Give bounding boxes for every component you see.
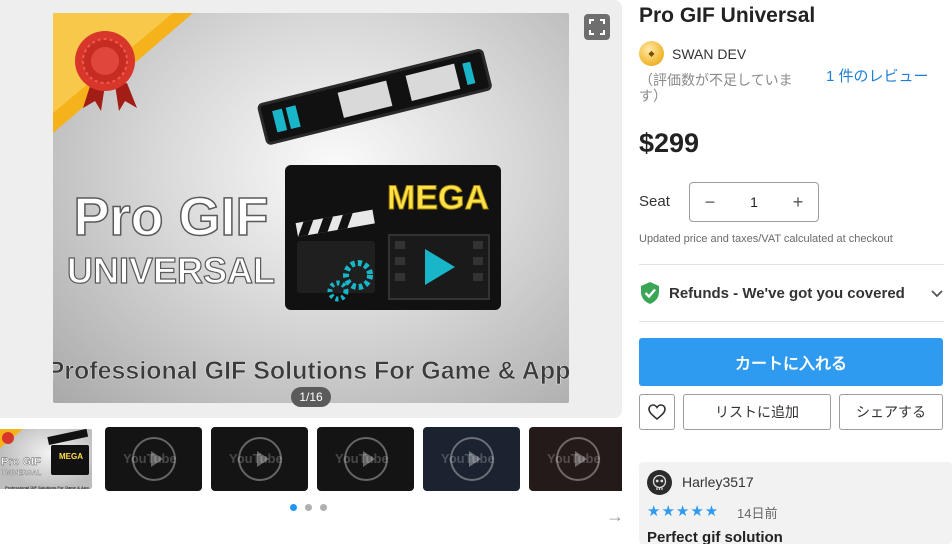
hero-artwork: MEGA Pro GIF UNIVERSAL Professional GIF … [53, 13, 569, 385]
heart-icon [648, 404, 666, 420]
tax-note: Updated price and taxes/VAT calculated a… [639, 233, 893, 245]
increment-button[interactable]: + [778, 192, 818, 213]
thumbnail-video-3[interactable]: YouTube [211, 427, 308, 491]
mega-badge-text: MEGA [387, 179, 489, 217]
star-rating: ★★★★★ [647, 503, 720, 520]
play-icon [449, 437, 494, 481]
hero-title-line2: UNIVERSAL [67, 250, 275, 291]
seat-label: Seat [639, 193, 670, 210]
favorite-button[interactable] [639, 394, 675, 430]
hero-tagline: Professional GIF Solutions For Game & Ap… [53, 357, 569, 385]
chevron-down-icon [931, 290, 943, 298]
decrement-button[interactable]: − [690, 192, 730, 213]
product-title: Pro GIF Universal [639, 4, 816, 27]
skull-icon [652, 474, 667, 490]
play-icon [555, 437, 600, 481]
add-to-list-button[interactable]: リストに追加 [683, 394, 831, 430]
image-counter: 1/16 [291, 387, 331, 407]
carousel-dot-1[interactable] [290, 504, 297, 511]
refund-text: Refunds - We've got you covered [669, 284, 905, 302]
review-count-link[interactable]: 1 件のレビュー [826, 68, 948, 86]
thumbnail-title-2: UNIVERSAL [1, 470, 42, 477]
play-icon [237, 437, 282, 481]
thumbnail-video-4[interactable]: YouTube [317, 427, 414, 491]
divider [639, 321, 944, 322]
thumbnail-tagline: Professional GIF Solutions For Game & Ap… [5, 485, 89, 490]
thumbnail-1[interactable]: Pro GIF UNIVERSAL MEGA Professional GIF … [0, 427, 94, 491]
carousel-dot-2[interactable] [305, 504, 312, 511]
rating-note: （評価数が不足しています） [639, 72, 793, 104]
play-icon [343, 437, 388, 481]
expand-icon [589, 19, 605, 35]
review-title: Perfect gif solution [647, 529, 783, 544]
publisher-link[interactable]: ◆ SWAN DEV [639, 41, 746, 66]
carousel-dots [290, 504, 327, 511]
reviewer-name[interactable]: Harley3517 [682, 474, 754, 490]
publisher-name: SWAN DEV [672, 45, 747, 62]
shield-check-icon [641, 282, 659, 304]
seat-quantity-value[interactable]: 1 [730, 194, 778, 210]
thumbnail-video-2[interactable]: YouTube [105, 427, 202, 491]
avatar [647, 470, 672, 495]
thumbnail-artwork: Pro GIF UNIVERSAL MEGA Professional GIF … [0, 429, 89, 490]
product-page: MEGA Pro GIF UNIVERSAL Professional GIF … [0, 0, 952, 544]
add-to-cart-button[interactable]: カートに入れる [639, 338, 943, 386]
refund-policy-toggle[interactable]: Refunds - We've got you covered [639, 280, 944, 306]
hero-image[interactable]: MEGA Pro GIF UNIVERSAL Professional GIF … [53, 13, 569, 403]
hero-title-line1: Pro GIF [73, 187, 268, 247]
thumbnail-title-1: Pro GIF [1, 456, 41, 468]
arrow-right-icon[interactable]: → [606, 506, 624, 527]
expand-button[interactable] [584, 14, 610, 40]
price: $299 [639, 128, 700, 158]
review-date: 14日前 [737, 506, 778, 521]
review-card: Harley3517 ★★★★★ 14日前 Perfect gif soluti… [639, 462, 952, 544]
carousel-dot-3[interactable] [320, 504, 327, 511]
media-gallery: MEGA Pro GIF UNIVERSAL Professional GIF … [0, 0, 622, 418]
seat-quantity-stepper: − 1 + [689, 182, 819, 222]
thumbnail-video-6[interactable]: YouTube [529, 427, 622, 491]
thumbnail-badge: MEGA [59, 452, 83, 461]
thumbnail-video-5[interactable]: YouTube [423, 427, 520, 491]
play-icon [131, 437, 176, 481]
divider [639, 264, 944, 265]
publisher-logo: ◆ [639, 41, 664, 66]
share-button[interactable]: シェアする [839, 394, 943, 430]
thumbnail-strip: Pro GIF UNIVERSAL MEGA Professional GIF … [0, 427, 622, 491]
